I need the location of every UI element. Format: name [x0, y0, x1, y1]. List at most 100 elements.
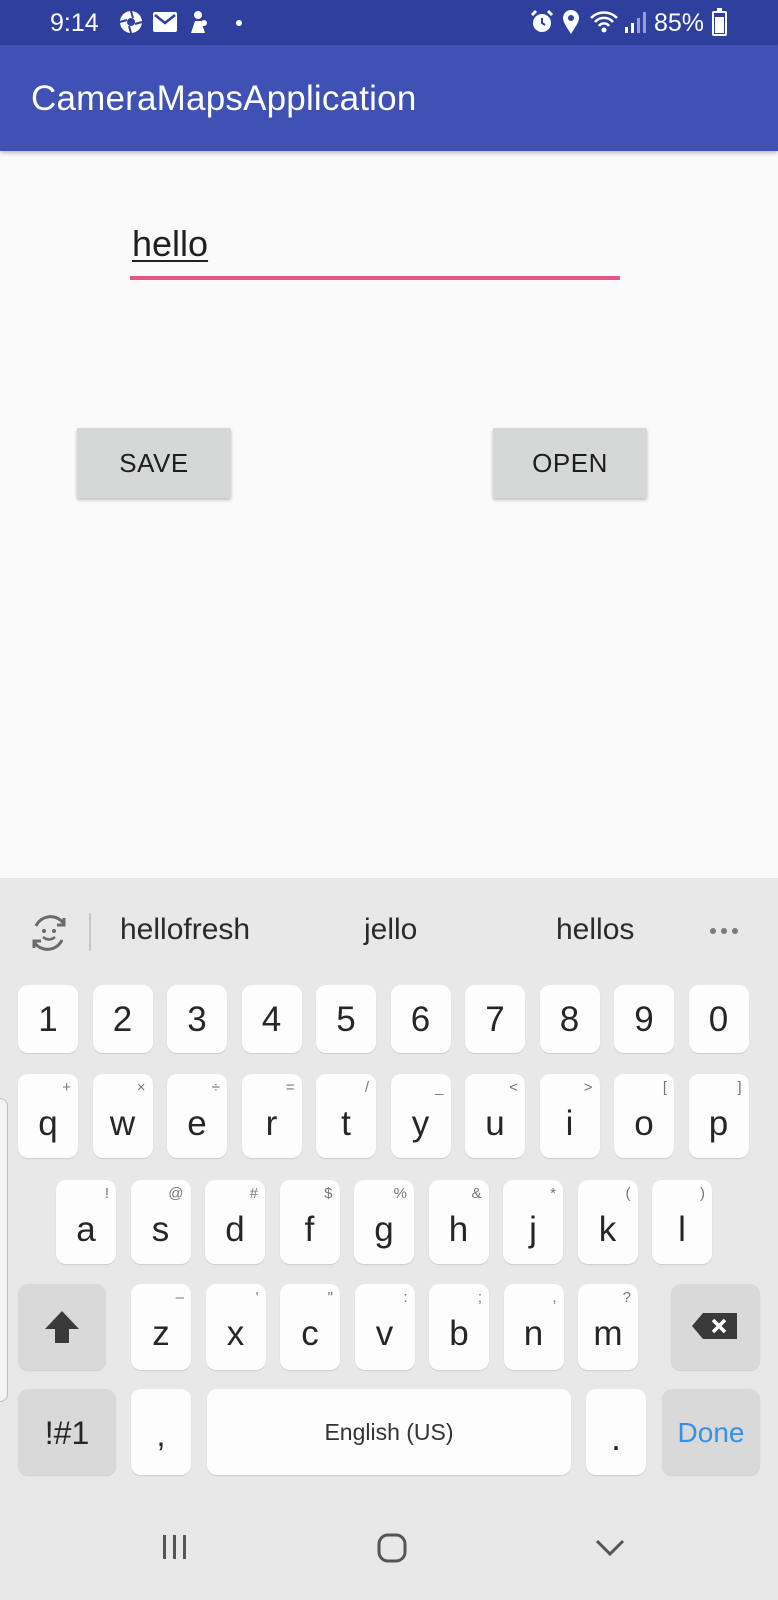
- key-a[interactable]: a!: [56, 1180, 116, 1264]
- key-l[interactable]: l): [652, 1180, 712, 1264]
- key-5[interactable]: 5: [316, 985, 376, 1053]
- key-alt-label: ': [255, 1289, 259, 1306]
- key-alt-label: (: [625, 1185, 631, 1202]
- key-label: Done: [677, 1417, 745, 1448]
- symbols-key[interactable]: !#1: [18, 1389, 116, 1475]
- location-icon: [560, 9, 582, 35]
- key-c[interactable]: c ": [280, 1284, 340, 1370]
- key-label: 6: [410, 1000, 431, 1039]
- suggestion-bar: hellofresh jello hellos: [0, 878, 778, 978]
- save-button[interactable]: SAVE: [77, 428, 231, 498]
- key-q[interactable]: q +: [18, 1074, 78, 1158]
- battery-percent: 85%: [654, 9, 705, 37]
- key-alt-label: #: [249, 1185, 258, 1202]
- signal-icon: [622, 9, 648, 35]
- key-alt-label: %: [393, 1185, 407, 1202]
- key-2[interactable]: 2: [92, 985, 153, 1053]
- key-label: r: [265, 1104, 278, 1143]
- space-key[interactable]: English (US): [207, 1389, 571, 1475]
- comma-key[interactable]: ,: [131, 1389, 191, 1475]
- battery-icon: [712, 8, 727, 36]
- key-u[interactable]: u <: [465, 1074, 525, 1158]
- home-icon[interactable]: [376, 1532, 408, 1569]
- key-label: z: [152, 1314, 170, 1353]
- key-r[interactable]: r =: [241, 1074, 302, 1158]
- back-icon[interactable]: [594, 1532, 626, 1567]
- key-v[interactable]: v:: [354, 1284, 415, 1370]
- backspace-key[interactable]: [671, 1284, 760, 1370]
- text-input-value[interactable]: hello: [132, 223, 208, 265]
- key-alt-label: =: [285, 1079, 295, 1096]
- key-k[interactable]: k(: [577, 1180, 638, 1264]
- edge-panel-handle[interactable]: [0, 1098, 8, 1402]
- key-label: o: [634, 1104, 654, 1143]
- key-p[interactable]: p]: [688, 1074, 749, 1158]
- key-f[interactable]: f $: [279, 1180, 340, 1264]
- key-4[interactable]: 4: [241, 985, 302, 1053]
- key-s[interactable]: s @: [130, 1180, 191, 1264]
- status-bar: 9:14 85%: [0, 0, 778, 45]
- notification-dot: [236, 20, 242, 26]
- key-label: d: [225, 1210, 245, 1249]
- key-alt-label: >: [583, 1079, 593, 1096]
- key-label: !#1: [44, 1415, 90, 1451]
- suggestion-3[interactable]: hellos: [556, 913, 634, 947]
- open-button[interactable]: OPEN: [493, 428, 647, 498]
- key-e[interactable]: e ÷: [167, 1074, 227, 1158]
- key-o[interactable]: o[: [614, 1074, 674, 1158]
- key-label: 2: [112, 1000, 133, 1039]
- key-w[interactable]: w ×: [92, 1074, 153, 1158]
- key-label: m: [593, 1314, 623, 1353]
- gmail-icon: [151, 9, 179, 35]
- shift-key[interactable]: [18, 1284, 106, 1370]
- key-x[interactable]: x ': [205, 1284, 266, 1370]
- suggestion-2[interactable]: jello: [364, 913, 417, 947]
- key-n[interactable]: n,: [503, 1284, 564, 1370]
- key-m[interactable]: m?: [578, 1284, 638, 1370]
- wifi-icon: [588, 9, 620, 35]
- done-key[interactable]: Done: [662, 1389, 760, 1475]
- key-label: 8: [559, 1000, 580, 1039]
- text-input[interactable]: hello: [130, 212, 620, 284]
- key-label: q: [38, 1104, 58, 1143]
- key-label: g: [374, 1210, 394, 1249]
- alarm-icon: [528, 9, 556, 35]
- key-alt-label: <: [509, 1079, 518, 1096]
- suggestion-1[interactable]: hellofresh: [120, 913, 250, 947]
- key-d[interactable]: d #: [205, 1180, 265, 1264]
- key-label: e: [187, 1104, 207, 1143]
- key-alt-label: $: [324, 1185, 333, 1202]
- key-alt-label: _: [435, 1079, 444, 1096]
- key-i[interactable]: i >: [539, 1074, 600, 1158]
- key-label: c: [301, 1314, 319, 1353]
- key-label: 5: [336, 1000, 356, 1039]
- key-label: English (US): [324, 1419, 454, 1445]
- key-label: .: [610, 1417, 621, 1458]
- emoji-toggle-icon[interactable]: [28, 912, 70, 954]
- key-9[interactable]: 9: [614, 985, 674, 1053]
- key-label: 7: [485, 1000, 505, 1039]
- key-alt-label: [: [662, 1079, 667, 1096]
- key-0[interactable]: 0: [688, 985, 749, 1053]
- aperture-icon: [117, 9, 145, 35]
- key-label: x: [226, 1314, 245, 1353]
- key-t[interactable]: t /: [316, 1074, 376, 1158]
- key-b[interactable]: b;: [429, 1284, 489, 1370]
- key-j[interactable]: j *: [503, 1180, 563, 1264]
- key-label: h: [448, 1210, 469, 1249]
- key-7[interactable]: 7: [465, 985, 525, 1053]
- key-h[interactable]: h &: [428, 1180, 489, 1264]
- key-alt-label: /: [364, 1079, 369, 1096]
- key-3[interactable]: 3: [167, 985, 227, 1053]
- key-8[interactable]: 8: [539, 985, 600, 1053]
- period-key[interactable]: .: [586, 1389, 646, 1475]
- key-y[interactable]: y _: [390, 1074, 451, 1158]
- key-z[interactable]: z –: [131, 1284, 191, 1370]
- key-label: 3: [187, 1000, 207, 1039]
- key-g[interactable]: g%: [354, 1180, 414, 1264]
- recents-icon[interactable]: [160, 1532, 190, 1567]
- key-label: 4: [261, 1000, 282, 1039]
- key-6[interactable]: 6: [390, 985, 451, 1053]
- more-options-icon[interactable]: [710, 928, 738, 934]
- key-1[interactable]: 1: [18, 985, 78, 1053]
